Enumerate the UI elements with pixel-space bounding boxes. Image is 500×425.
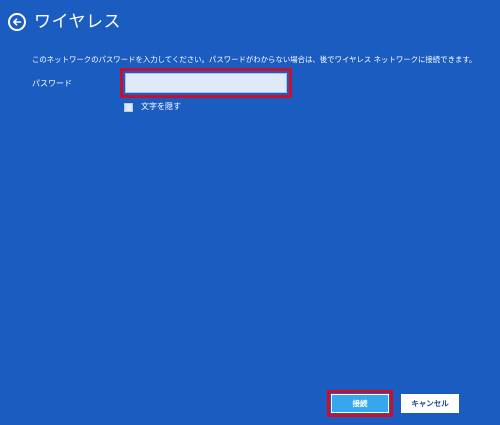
hide-characters-checkbox-row[interactable]: 文字を隠す xyxy=(124,102,181,112)
cancel-button[interactable]: キャンセル xyxy=(401,394,459,413)
connect-button[interactable]: 接続 xyxy=(331,394,389,413)
password-label: パスワード xyxy=(32,79,72,88)
password-input[interactable] xyxy=(125,73,287,93)
back-arrow-icon xyxy=(12,17,22,27)
instruction-text: このネットワークのパスワードを入力してください。パスワードがわからない場合は、後… xyxy=(32,55,477,64)
header: ワイヤレス xyxy=(8,11,121,33)
hide-characters-checkbox[interactable] xyxy=(124,102,133,112)
hide-characters-label: 文字を隠す xyxy=(141,102,181,111)
back-button[interactable] xyxy=(8,13,26,31)
page-title: ワイヤレス xyxy=(34,12,121,32)
